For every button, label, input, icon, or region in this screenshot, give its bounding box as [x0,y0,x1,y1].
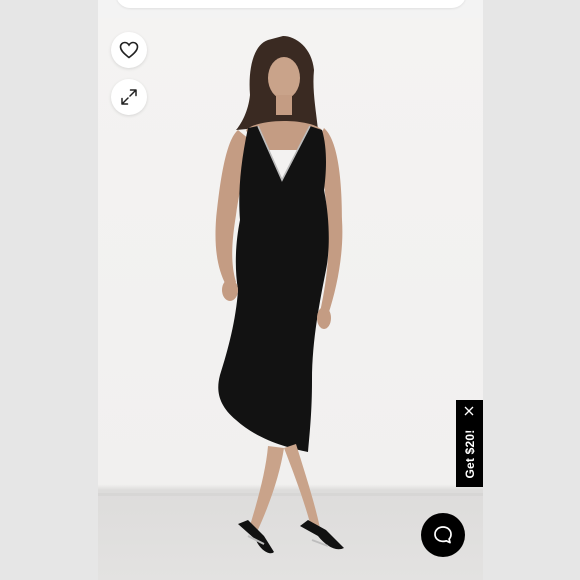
heart-icon [119,41,139,59]
model-figure [215,36,344,554]
expand-image-button[interactable] [111,79,147,115]
product-photo[interactable] [98,18,483,580]
search-bar[interactable] [116,0,466,8]
expand-icon [120,88,138,106]
promo-label: Get $20! [462,429,477,479]
left-backdrop [0,0,98,580]
chat-button[interactable] [421,513,465,557]
right-backdrop [483,0,580,580]
promo-tab[interactable]: Get $20! [456,400,483,487]
product-view: Get $20! [98,0,483,580]
close-icon[interactable] [463,405,475,417]
chat-icon [432,524,454,546]
wishlist-button[interactable] [111,32,147,68]
